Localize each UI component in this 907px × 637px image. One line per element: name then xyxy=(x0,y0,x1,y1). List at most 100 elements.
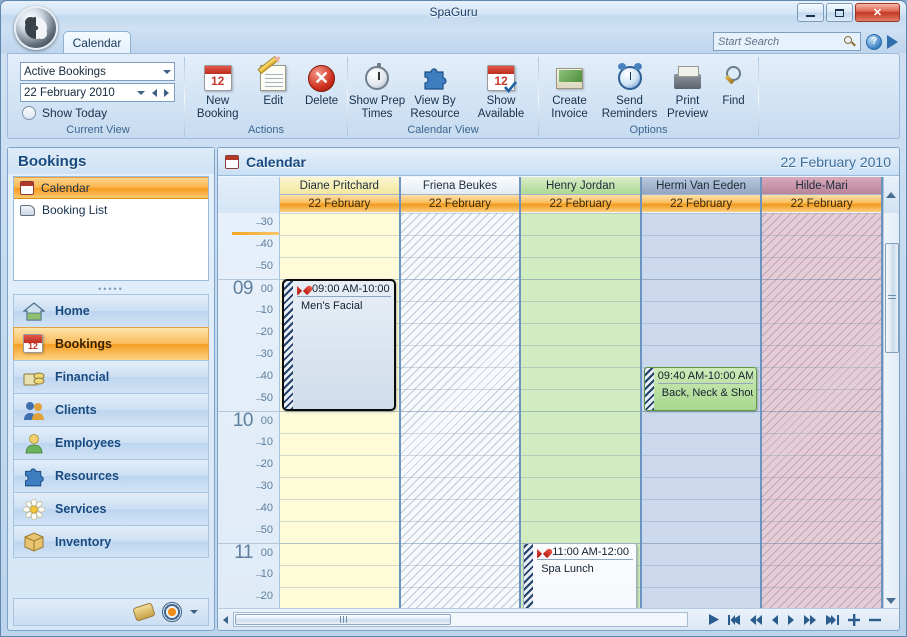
column-header-1[interactable]: Friena Beukes 22 February xyxy=(400,177,522,213)
sidebar-item-resources[interactable]: Resources xyxy=(13,459,209,492)
chevron-down-icon[interactable] xyxy=(137,90,145,95)
show-today-button[interactable]: Show Today xyxy=(22,106,107,120)
day-column-4[interactable] xyxy=(762,213,883,608)
show-available-button[interactable]: 12 Show Available xyxy=(464,59,538,121)
app-menu-orb-icon[interactable] xyxy=(14,6,58,50)
scroll-down-button[interactable] xyxy=(886,598,896,604)
sidebar-item-financial[interactable]: Financial xyxy=(13,360,209,393)
sidebar-splitter[interactable]: ••••• xyxy=(13,284,209,294)
ribbon-group-label: Calendar View xyxy=(407,124,479,136)
time-slot[interactable]: 50 xyxy=(218,389,279,411)
time-slot[interactable]: 50 xyxy=(218,521,279,543)
time-slot[interactable]: 40 xyxy=(218,235,279,257)
column-header-0[interactable]: Diane Pritchard 22 February xyxy=(280,177,401,213)
prev-page-icon[interactable] xyxy=(750,614,763,625)
column-header-4[interactable]: Hilde-Mari 22 February xyxy=(762,177,883,213)
time-slot[interactable]: 40 xyxy=(218,499,279,521)
sidebar-item-employees[interactable]: Employees xyxy=(13,426,209,459)
column-header-2[interactable]: Henry Jordan 22 February xyxy=(521,177,642,213)
envelope-money-icon xyxy=(556,67,583,89)
scrollbar-thumb[interactable] xyxy=(885,243,899,353)
chevron-down-icon[interactable] xyxy=(190,610,198,614)
remove-icon[interactable] xyxy=(869,614,881,626)
time-slot[interactable]: 20 xyxy=(218,323,279,345)
find-button[interactable]: Find xyxy=(714,59,754,108)
new-booking-button[interactable]: 12 New Booking xyxy=(185,59,250,121)
horizontal-scrollbar[interactable] xyxy=(233,612,688,627)
book-icon xyxy=(20,204,35,216)
scroll-up-button[interactable] xyxy=(882,177,899,213)
time-slot[interactable]: 20 xyxy=(218,587,279,608)
minimize-button[interactable] xyxy=(797,3,824,22)
time-slot[interactable]: 10 00 xyxy=(218,410,279,433)
chevron-up-icon xyxy=(886,192,897,198)
appointment-block[interactable]: 11:00 AM-12:00 Spa Lunch xyxy=(523,543,637,608)
day-column-3[interactable]: 09:40 AM-10:00 AM Back, Neck & Shoulder xyxy=(641,213,763,608)
appointment-block[interactable]: 09:40 AM-10:00 AM Back, Neck & Shoulder xyxy=(643,367,758,411)
prev-day-icon[interactable] xyxy=(152,88,157,97)
edit-button[interactable]: Edit xyxy=(252,55,294,108)
sidebar-item-booking-list[interactable]: Booking List xyxy=(14,199,208,221)
sidebar-item-inventory[interactable]: Inventory xyxy=(13,525,209,558)
sidebar-item-services[interactable]: Services xyxy=(13,492,209,525)
send-reminders-button[interactable]: Send Reminders xyxy=(598,59,662,121)
search-icon[interactable] xyxy=(844,35,856,48)
time-minute-label: 10 xyxy=(260,568,273,580)
calendar-pane: Calendar 22 February 2010 Diane Pritchar… xyxy=(217,147,900,631)
column-header-3[interactable]: Hermi Van Eeden 22 February xyxy=(641,177,763,213)
print-preview-button[interactable]: Print Preview xyxy=(664,59,712,121)
time-slot[interactable]: 20 xyxy=(218,455,279,477)
day-column-1[interactable] xyxy=(400,213,522,608)
time-slot[interactable]: 30 xyxy=(218,213,279,235)
show-prep-times-button[interactable]: Show Prep Times xyxy=(348,59,406,121)
sidebar-item-home[interactable]: Home xyxy=(13,294,209,327)
chevron-down-icon[interactable] xyxy=(163,69,171,74)
date-picker[interactable]: 22 February 2010 xyxy=(20,83,175,102)
target-icon[interactable] xyxy=(162,602,182,622)
grid-line xyxy=(762,323,881,324)
create-invoice-button[interactable]: Create Invoice xyxy=(544,59,596,121)
magnifier-icon xyxy=(722,66,746,90)
help-icon[interactable]: ? xyxy=(866,33,882,50)
play-icon[interactable] xyxy=(709,614,719,625)
sidebar-item-clients[interactable]: Clients xyxy=(13,393,209,426)
add-icon[interactable] xyxy=(848,613,860,626)
sidebar-item-label: Home xyxy=(55,304,90,318)
first-icon[interactable] xyxy=(728,614,741,625)
time-slot[interactable]: 40 xyxy=(218,367,279,389)
scroll-icon[interactable] xyxy=(132,602,156,622)
sidebar-item-calendar[interactable]: Calendar xyxy=(14,177,208,199)
time-slot[interactable]: 10 xyxy=(218,565,279,587)
time-slot[interactable]: 10 xyxy=(218,301,279,323)
view-by-resource-button[interactable]: View By Resource xyxy=(408,59,462,121)
calendar-vertical-scrollbar[interactable] xyxy=(883,213,899,608)
close-button[interactable]: ✕ xyxy=(855,3,900,22)
appointment-block[interactable]: 09:00 AM-10:00 Men's Facial xyxy=(282,279,396,411)
delete-button[interactable]: ✕ Delete xyxy=(296,59,347,108)
maximize-button[interactable] xyxy=(826,3,853,22)
time-slot[interactable]: 50 xyxy=(218,257,279,279)
next-icon[interactable] xyxy=(788,614,795,625)
time-slot[interactable]: 10 xyxy=(218,433,279,455)
last-icon[interactable] xyxy=(826,614,839,625)
time-gutter-header xyxy=(218,177,280,213)
scroll-left-icon[interactable] xyxy=(223,615,228,624)
time-slot[interactable]: 11 00 xyxy=(218,542,279,565)
next-page-icon[interactable] xyxy=(804,614,817,625)
time-slot[interactable]: 30 xyxy=(218,345,279,367)
grid-line xyxy=(521,433,640,434)
time-slot[interactable]: 30 xyxy=(218,477,279,499)
sidebar-item-bookings[interactable]: 12 Bookings xyxy=(13,327,209,360)
tab-calendar[interactable]: Calendar xyxy=(63,31,131,54)
day-column-2[interactable]: 11:00 AM-12:00 Spa Lunch xyxy=(521,213,642,608)
prev-icon[interactable] xyxy=(772,614,779,625)
expand-ribbon-icon[interactable] xyxy=(887,34,898,49)
sidebar: Bookings Calendar Booking List ••••• Hom… xyxy=(7,147,215,631)
day-column-0[interactable]: 09:00 AM-10:00 Men's Facial xyxy=(280,213,401,608)
time-slot[interactable]: 09 00 xyxy=(218,278,279,301)
search-input[interactable]: Start Search xyxy=(713,32,861,51)
grid-line xyxy=(641,477,761,478)
next-day-icon[interactable] xyxy=(164,88,169,97)
scrollbar-thumb[interactable] xyxy=(235,614,451,625)
booking-filter-select[interactable]: Active Bookings xyxy=(20,62,175,81)
